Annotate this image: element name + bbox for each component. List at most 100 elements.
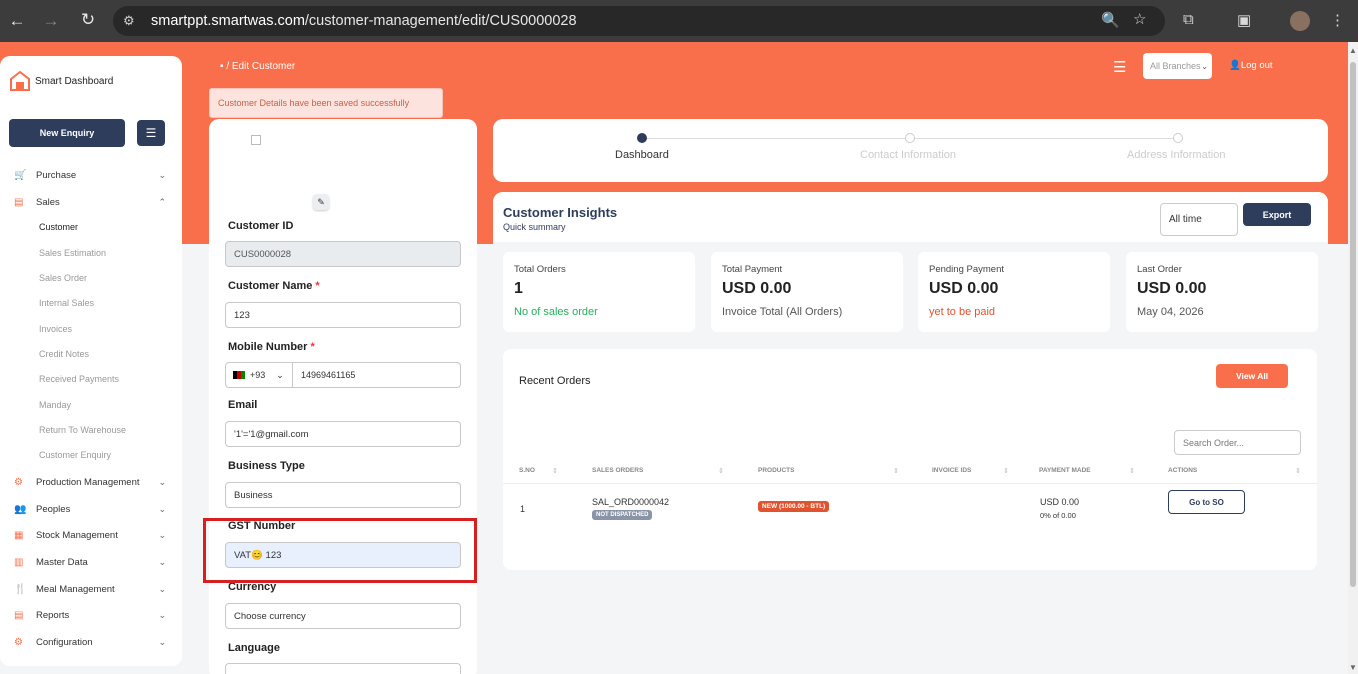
column-header-invoice-ids[interactable]: INVOICE IDS xyxy=(932,467,971,474)
scroll-down-icon[interactable]: ▼ xyxy=(1349,663,1357,672)
reload-icon[interactable]: ↻ xyxy=(73,10,103,30)
home-icon[interactable]: ▪ xyxy=(220,61,224,72)
sidebar-item-label: Master Data xyxy=(36,556,88,568)
stat-title: Pending Payment xyxy=(929,264,1004,275)
currency-select[interactable]: Choose currency xyxy=(225,603,461,629)
stat-value: USD 0.00 xyxy=(929,280,999,297)
edit-image-pencil-icon[interactable]: ✎ xyxy=(313,194,329,210)
chevron-down-icon: ⌄ xyxy=(158,529,166,540)
sidebar-sub-received-payments[interactable]: Received Payments xyxy=(39,374,119,384)
business-type-field[interactable]: Business xyxy=(225,482,461,508)
sidebar-item-master-data[interactable]: ▥ Master Data ⌄ xyxy=(14,553,174,571)
time-range-select[interactable]: All time xyxy=(1160,203,1238,236)
sidebar-item-label: Sales xyxy=(36,196,60,208)
sidebar-item-label: Peoples xyxy=(36,503,71,515)
mobile-number[interactable]: 14969461165 xyxy=(293,370,355,380)
sidebar-item-purchase[interactable]: 🛒 Purchase ⌄ xyxy=(14,166,174,184)
column-header-sno[interactable]: S.NO xyxy=(519,467,535,474)
sort-icon[interactable]: ⇕ xyxy=(552,467,558,475)
sort-icon[interactable]: ⇕ xyxy=(1129,467,1135,475)
sidebar-sub-internal-sales[interactable]: Internal Sales xyxy=(39,298,94,308)
chevron-down-icon: ⌄ xyxy=(158,609,166,620)
scroll-up-icon[interactable]: ▲ xyxy=(1349,46,1357,55)
tab-search-icon[interactable]: ▣ xyxy=(1237,11,1251,29)
branch-select[interactable]: All Branches ⌄ xyxy=(1143,53,1212,79)
go-to-so-button[interactable]: Go to SO xyxy=(1168,490,1245,514)
sidebar-sub-invoices[interactable]: Invoices xyxy=(39,324,72,334)
chevron-down-icon: ⌄ xyxy=(158,503,166,514)
stat-title: Total Payment xyxy=(722,264,783,275)
step-dot-active[interactable] xyxy=(637,133,647,143)
menu-dots-icon[interactable]: ⋮ xyxy=(1330,11,1345,29)
sidebar-item-label: Stock Management xyxy=(36,529,118,541)
highlight-box xyxy=(203,518,477,583)
sidebar-sub-manday[interactable]: Manday xyxy=(39,400,71,410)
cell-payment-made: USD 0.00 xyxy=(1040,497,1080,507)
profile-avatar[interactable] xyxy=(1290,11,1310,31)
scroll-thumb[interactable] xyxy=(1350,62,1356,587)
sidebar-item-label: Reports xyxy=(36,609,70,621)
column-header-products[interactable]: PRODUCTS xyxy=(758,467,794,474)
sidebar-sub-sales-estimation[interactable]: Sales Estimation xyxy=(39,248,106,258)
page-scrollbar[interactable]: ▲ ▼ xyxy=(1348,42,1358,674)
sidebar-item-production-management[interactable]: ⚙ Production Management ⌄ xyxy=(14,473,174,491)
chevron-down-icon: ⌄ xyxy=(158,583,166,594)
sidebar-sub-customer-enquiry[interactable]: Customer Enquiry xyxy=(39,450,111,460)
zoom-icon[interactable]: 🔍 xyxy=(1101,11,1120,29)
country-code-select[interactable]: +93 ⌄ xyxy=(226,363,293,387)
new-enquiry-button[interactable]: New Enquiry xyxy=(9,119,125,147)
step-dot[interactable] xyxy=(1173,133,1183,143)
sidebar-item-reports[interactable]: ▤ Reports ⌄ xyxy=(14,606,174,624)
broken-image-icon xyxy=(251,135,261,145)
menu-toggle-icon[interactable]: ☰ xyxy=(137,120,165,146)
insights-header: Customer Insights Quick summary All time… xyxy=(493,192,1328,242)
success-toast: Customer Details have been saved success… xyxy=(209,88,443,118)
customer-id-label: Customer ID xyxy=(228,220,294,232)
address-bar[interactable]: ⚙ smartppt.smartwas.com/customer-managem… xyxy=(113,6,1165,36)
afghanistan-flag-icon xyxy=(233,371,245,379)
chevron-down-icon: ⌄ xyxy=(276,369,284,380)
sidebar-sub-return-to-warehouse[interactable]: Return To Warehouse xyxy=(39,425,126,435)
stat-card-pending-payment: Pending Payment USD 0.00 yet to be paid xyxy=(918,252,1110,332)
customer-form-card: ✎ Customer ID CUS0000028 Customer Name *… xyxy=(209,119,477,674)
back-icon[interactable]: ← xyxy=(2,11,32,31)
order-search-input[interactable]: Search Order... xyxy=(1174,430,1301,455)
bookmark-star-icon[interactable]: ☆ xyxy=(1133,10,1146,28)
step-dashboard[interactable]: Dashboard xyxy=(615,149,669,161)
sidebar-sub-credit-notes[interactable]: Credit Notes xyxy=(39,349,89,359)
column-header-actions: ACTIONS xyxy=(1168,467,1198,474)
sidebar-item-sales[interactable]: ▤ Sales ⌃ xyxy=(14,193,174,211)
forward-icon[interactable]: → xyxy=(36,11,66,31)
sidebar-sub-customer[interactable]: Customer xyxy=(39,222,78,232)
sort-icon[interactable]: ⇕ xyxy=(718,467,724,475)
brand-name: Smart Dashboard xyxy=(35,76,114,87)
cell-sales-order[interactable]: SAL_ORD0000042 xyxy=(592,497,669,507)
export-button[interactable]: Export xyxy=(1243,203,1311,226)
language-select[interactable] xyxy=(225,663,461,674)
customer-name-field[interactable]: 123 xyxy=(225,302,461,328)
step-dot[interactable] xyxy=(905,133,915,143)
stat-value: USD 0.00 xyxy=(722,280,792,297)
email-field[interactable]: '1'='1@gmail.com xyxy=(225,421,461,447)
cart-icon: 🛒 xyxy=(14,169,27,181)
step-address-information[interactable]: Address Information xyxy=(1127,149,1225,161)
sidebar-item-peoples[interactable]: 👥 Peoples ⌄ xyxy=(14,500,174,518)
sort-icon[interactable]: ⇕ xyxy=(893,467,899,475)
sidebar-item-stock-management[interactable]: ▦ Stock Management ⌄ xyxy=(14,526,174,544)
sidebar-sub-sales-order[interactable]: Sales Order xyxy=(39,273,87,283)
mobile-field[interactable]: +93 ⌄ 14969461165 xyxy=(225,362,461,388)
view-all-button[interactable]: View All xyxy=(1216,364,1288,388)
site-info-icon[interactable]: ⚙ xyxy=(123,13,151,29)
column-header-sales-orders[interactable]: SALES ORDERS xyxy=(592,467,643,474)
extensions-icon[interactable]: ⧉ xyxy=(1183,11,1194,28)
logout-link[interactable]: 👤Log out xyxy=(1229,60,1273,71)
people-icon: 👥 xyxy=(14,503,27,515)
sidebar-item-meal-management[interactable]: 🍴 Meal Management ⌄ xyxy=(14,580,174,598)
hamburger-icon[interactable]: ☰ xyxy=(1113,58,1126,76)
sort-icon[interactable]: ⇕ xyxy=(1003,467,1009,475)
step-contact-information[interactable]: Contact Information xyxy=(860,149,956,161)
stat-title: Last Order xyxy=(1137,264,1182,275)
column-header-payment-made[interactable]: PAYMENT MADE xyxy=(1039,467,1091,474)
sidebar-item-configuration[interactable]: ⚙ Configuration ⌄ xyxy=(14,633,174,651)
sort-icon[interactable]: ⇕ xyxy=(1295,467,1301,475)
